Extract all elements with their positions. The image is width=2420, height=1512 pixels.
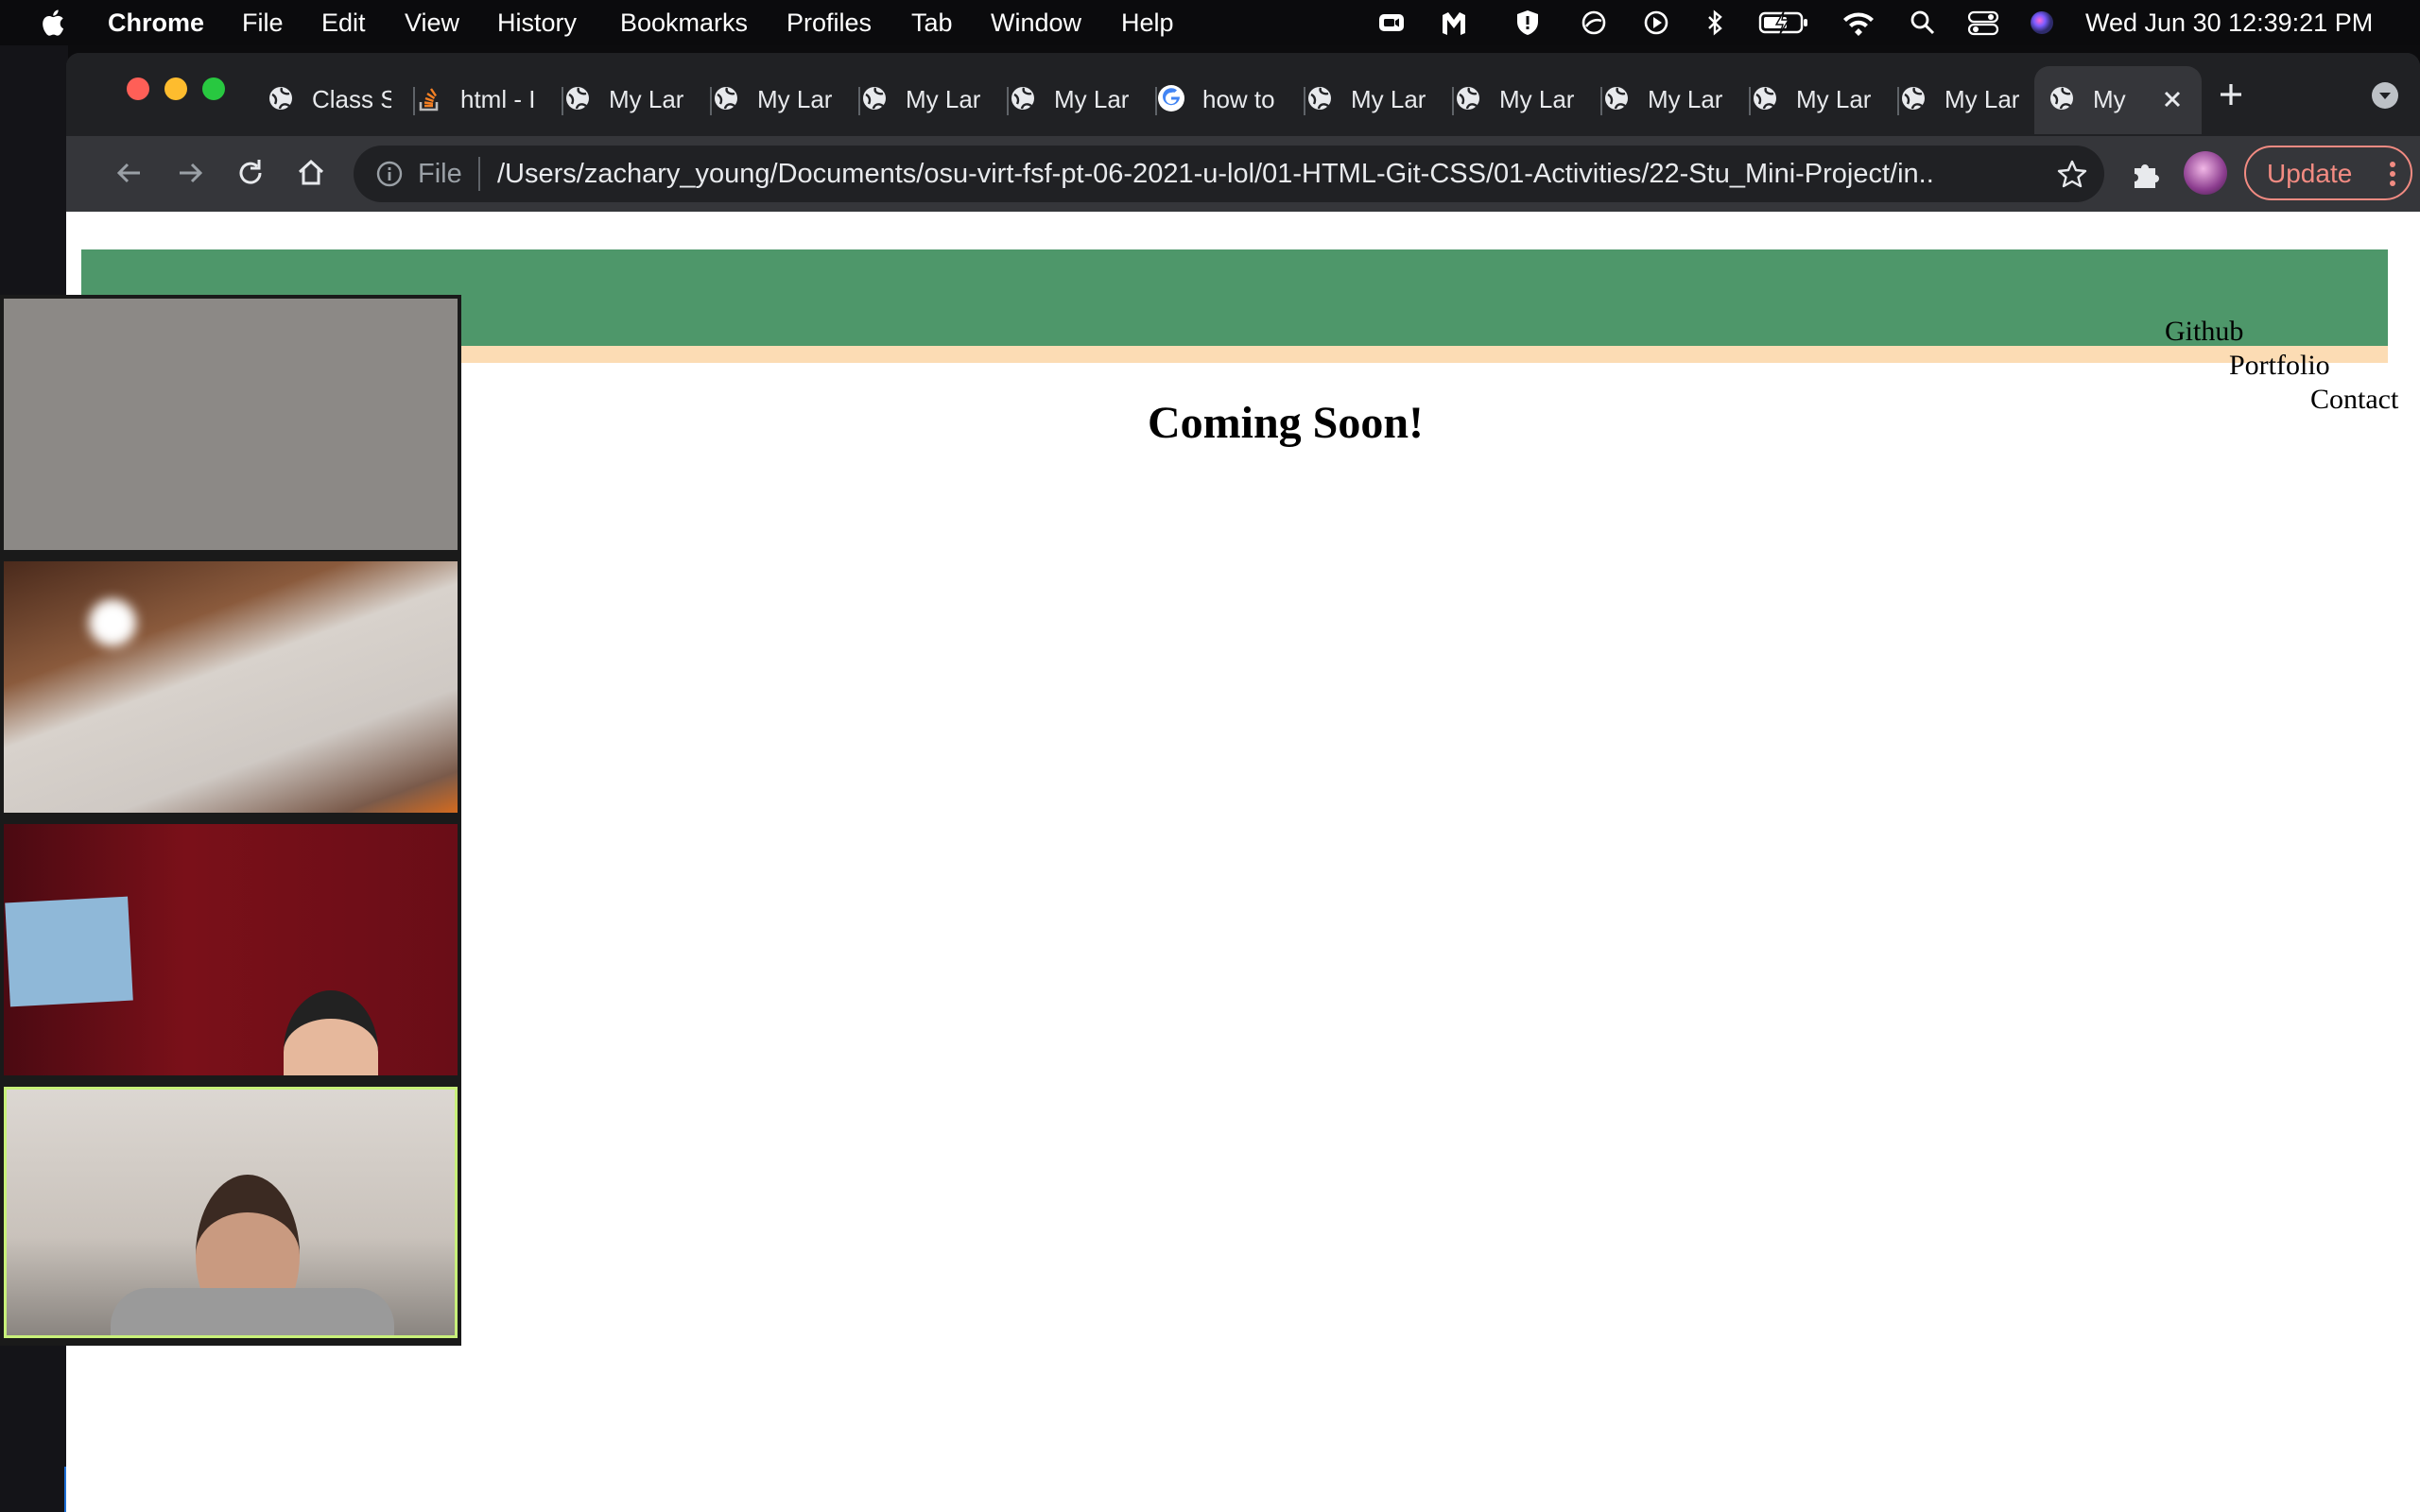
address-bar[interactable]: File /Users/zachary_young/Documents/osu-… xyxy=(354,146,2104,202)
tab-7[interactable]: how to xyxy=(1157,66,1305,134)
participant-video-4[interactable] xyxy=(4,1087,458,1338)
menu-file[interactable]: File xyxy=(242,9,284,38)
menu-tab[interactable]: Tab xyxy=(911,9,953,38)
favicon-globe-icon xyxy=(566,87,589,110)
blurred-light xyxy=(89,599,136,646)
bookmark-star-icon[interactable] xyxy=(2055,157,2089,191)
more-vert-icon[interactable] xyxy=(2390,161,2395,187)
zoom-window-button[interactable] xyxy=(202,77,225,100)
tab-title: My Lar xyxy=(1648,85,1723,113)
omnibox-divider xyxy=(478,157,480,191)
control-center-icon[interactable] xyxy=(1966,8,2000,38)
reload-icon[interactable] xyxy=(233,155,268,191)
minimize-window-button[interactable] xyxy=(164,77,187,100)
menu-help[interactable]: Help xyxy=(1121,9,1174,38)
update-label: Update xyxy=(2267,159,2353,188)
participant-shoulders xyxy=(111,1288,394,1335)
favicon-globe-icon xyxy=(1457,87,1479,110)
tab-title: My Lar xyxy=(1499,85,1575,113)
tab-title: My Lar xyxy=(757,85,833,113)
tab-4[interactable]: My Lar xyxy=(712,66,860,134)
battery-charging-icon[interactable] xyxy=(1758,8,1811,38)
tab-title: how to xyxy=(1202,85,1275,113)
url-text[interactable]: /Users/zachary_young/Documents/osu-virt-… xyxy=(497,159,1934,190)
participant-video-1[interactable] xyxy=(4,299,458,550)
tab-title: My Lar xyxy=(906,85,981,113)
siri-icon[interactable] xyxy=(2027,8,2057,38)
close-tab-icon[interactable] xyxy=(2158,85,2187,113)
spotlight-search-icon[interactable] xyxy=(1908,8,1938,38)
favicon-globe-icon xyxy=(269,87,292,110)
menu-window[interactable]: Window xyxy=(991,9,1081,38)
bluetooth-icon[interactable] xyxy=(1700,8,1730,38)
menu-app-chrome[interactable]: Chrome xyxy=(108,9,204,38)
tab-1[interactable]: Class S xyxy=(267,66,415,134)
tab-11[interactable]: My Lar xyxy=(1751,66,1899,134)
tab-title: My Lar xyxy=(609,85,684,113)
tab-8[interactable]: My Lar xyxy=(1305,66,1454,134)
close-window-button[interactable] xyxy=(127,77,149,100)
tab-strip: Class S html - I My Lar My Lar My Lar My Lar h… xyxy=(66,53,2420,136)
play-circle-icon[interactable] xyxy=(1641,8,1671,38)
malwarebytes-icon[interactable] xyxy=(1439,8,1469,38)
site-info-icon[interactable] xyxy=(374,159,405,189)
zoom-video-gallery[interactable] xyxy=(0,295,461,1346)
menu-edit[interactable]: Edit xyxy=(321,9,366,38)
favicon-globe-icon xyxy=(1754,87,1776,110)
creative-cloud-icon[interactable] xyxy=(1579,8,1609,38)
macos-menu-bar: Chrome File Edit View History Bookmarks … xyxy=(0,0,2420,45)
favicon-globe-icon xyxy=(863,87,886,110)
menubar-clock[interactable]: Wed Jun 30 12:39:21 PM xyxy=(2085,9,2373,38)
tab-active[interactable]: My xyxy=(2034,66,2202,134)
apple-icon[interactable] xyxy=(38,8,66,38)
shield-icon[interactable] xyxy=(1512,8,1543,38)
tab-title: My Lar xyxy=(1054,85,1130,113)
forward-arrow-icon[interactable] xyxy=(172,155,208,191)
url-scheme-label: File xyxy=(418,159,462,189)
tab-9[interactable]: My Lar xyxy=(1454,66,1602,134)
profile-avatar[interactable] xyxy=(2184,151,2227,195)
wall-map xyxy=(5,896,133,1007)
tab-3[interactable]: My Lar xyxy=(563,66,712,134)
favicon-globe-icon xyxy=(1902,87,1925,110)
extensions-puzzle-icon[interactable] xyxy=(2127,155,2165,193)
update-button[interactable]: Update xyxy=(2244,146,2412,200)
participant-head xyxy=(284,990,378,1075)
back-arrow-icon[interactable] xyxy=(112,155,147,191)
favicon-globe-icon xyxy=(1011,87,1034,110)
home-icon[interactable] xyxy=(293,155,329,191)
chrome-toolbar: File /Users/zachary_young/Documents/osu-… xyxy=(66,136,2420,212)
tab-12[interactable]: My Lar xyxy=(1899,66,2048,134)
favicon-stackoverflow-icon xyxy=(419,88,439,112)
tab-title: html - I xyxy=(460,85,536,113)
tab-2[interactable]: html - I xyxy=(415,66,563,134)
new-tab-button[interactable] xyxy=(2216,79,2246,110)
tab-10[interactable]: My Lar xyxy=(1602,66,1751,134)
menu-view[interactable]: View xyxy=(405,9,459,38)
tab-search-icon[interactable] xyxy=(2371,81,2399,110)
favicon-globe-icon xyxy=(1308,87,1331,110)
tab-title: My Lar xyxy=(1945,85,2020,113)
favicon-google-icon xyxy=(1158,85,1184,112)
nav-link-portfolio[interactable]: Portfolio xyxy=(2229,350,2330,382)
participant-video-3[interactable] xyxy=(4,824,458,1075)
favicon-globe-icon xyxy=(2050,87,2073,110)
tab-title: My xyxy=(2093,85,2126,113)
favicon-globe-icon xyxy=(715,87,737,110)
menu-bookmarks[interactable]: Bookmarks xyxy=(620,9,748,38)
tab-title: Class S xyxy=(312,85,391,113)
participant-video-2[interactable] xyxy=(4,561,458,813)
nav-link-github[interactable]: Github xyxy=(2165,316,2243,348)
tab-title: My Lar xyxy=(1351,85,1426,113)
menu-history[interactable]: History xyxy=(497,9,577,38)
wifi-icon[interactable] xyxy=(1841,8,1876,38)
zoom-status-icon[interactable] xyxy=(1376,8,1407,38)
menu-profiles[interactable]: Profiles xyxy=(786,9,872,38)
tab-6[interactable]: My Lar xyxy=(1009,66,1157,134)
tab-5[interactable]: My Lar xyxy=(860,66,1009,134)
tab-title: My Lar xyxy=(1796,85,1872,113)
favicon-globe-icon xyxy=(1605,87,1628,110)
